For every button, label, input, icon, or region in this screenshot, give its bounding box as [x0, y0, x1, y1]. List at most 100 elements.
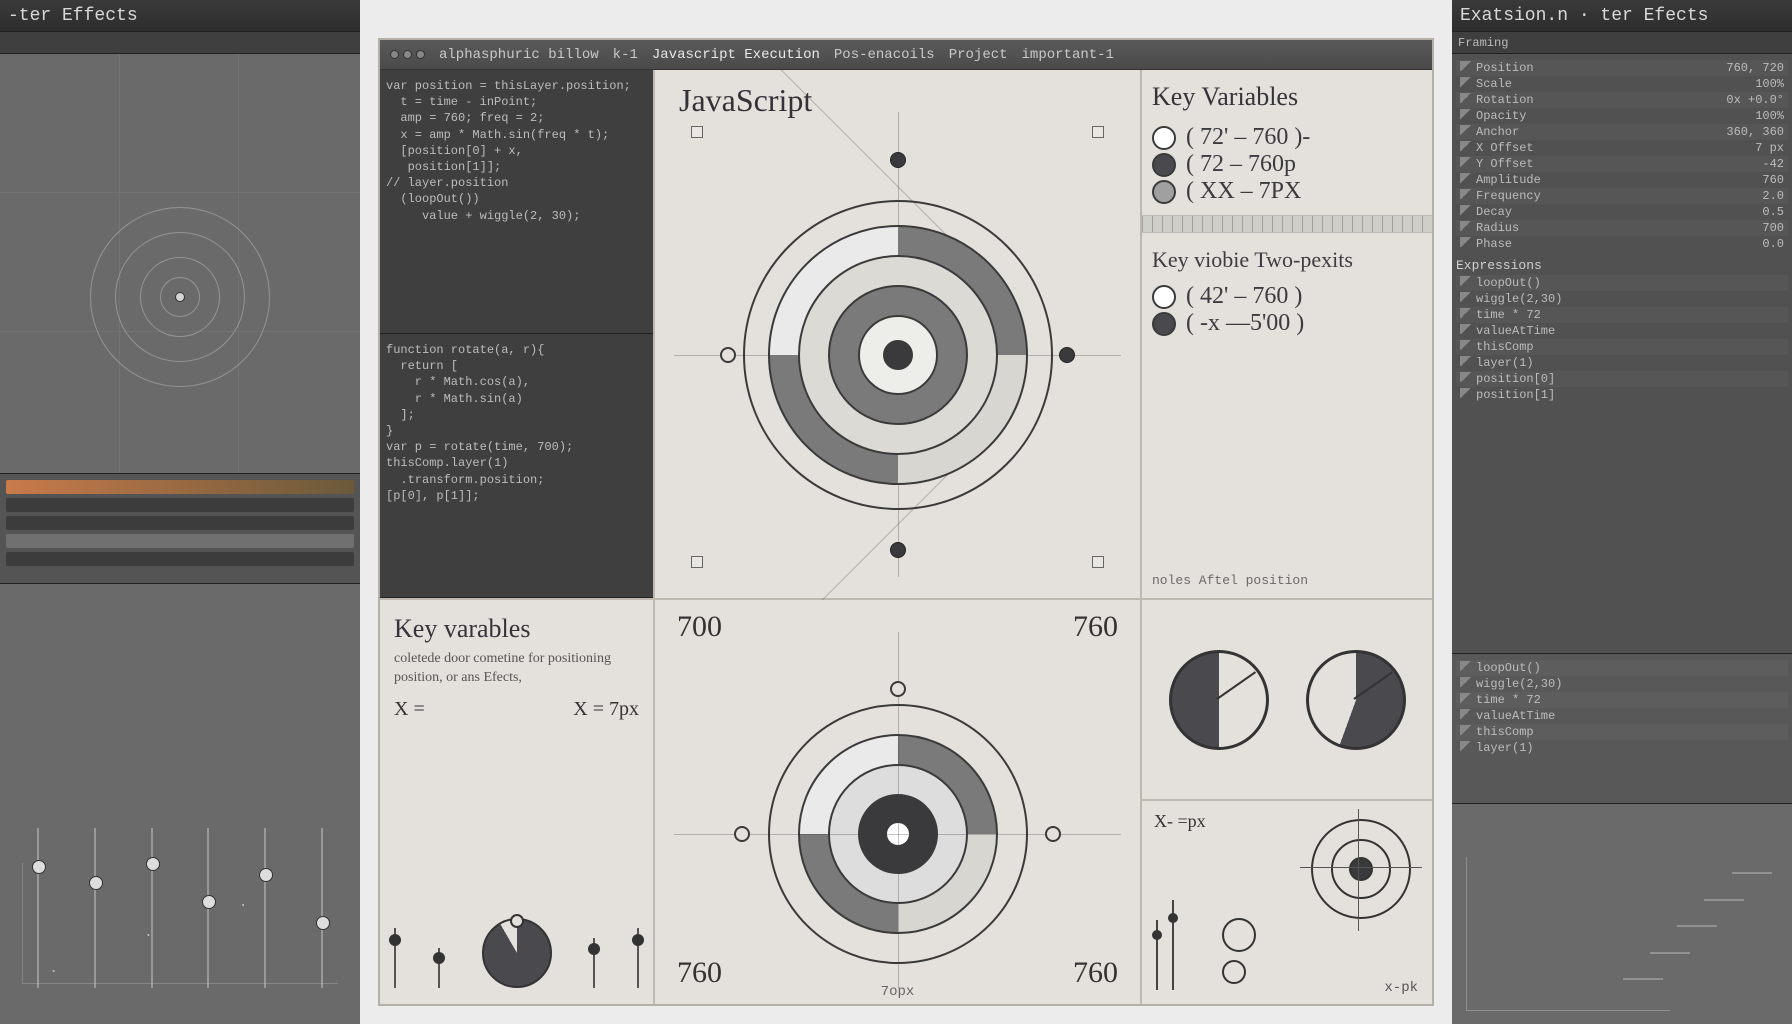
property-row[interactable]: Frequency2.0 [1456, 188, 1788, 204]
property-row[interactable]: position[0] [1456, 371, 1788, 387]
pin-slider[interactable] [1172, 900, 1174, 990]
twirl-icon[interactable] [1460, 292, 1472, 302]
property-row[interactable]: loopOut() [1456, 660, 1788, 676]
property-row[interactable]: thisComp [1456, 724, 1788, 740]
twirl-icon[interactable] [1460, 356, 1472, 366]
twirl-icon[interactable] [1460, 221, 1472, 231]
slider[interactable] [321, 828, 323, 988]
twirl-icon[interactable] [1460, 388, 1472, 398]
property-row[interactable]: time * 72 [1456, 307, 1788, 323]
twirl-icon[interactable] [1460, 205, 1472, 215]
twirl-icon[interactable] [1460, 661, 1472, 671]
variable-row[interactable]: ( XX – 7PX [1152, 178, 1422, 205]
slider[interactable] [94, 828, 96, 988]
property-row[interactable]: Decay0.5 [1456, 204, 1788, 220]
property-row[interactable]: valueAtTime [1456, 708, 1788, 724]
slider[interactable] [151, 828, 153, 988]
twirl-icon[interactable] [1460, 709, 1472, 719]
property-row[interactable]: Radius700 [1456, 220, 1788, 236]
slider[interactable] [37, 828, 39, 988]
property-row[interactable]: thisComp [1456, 339, 1788, 355]
twirl-icon[interactable] [1460, 340, 1472, 350]
timeline-track[interactable] [6, 516, 354, 530]
left-timeline[interactable] [0, 474, 360, 584]
anchor-node[interactable] [1059, 347, 1075, 363]
graph-editor[interactable] [1452, 804, 1792, 1024]
variable-row[interactable]: ( 42' – 760 ) [1152, 283, 1422, 310]
property-row[interactable]: layer(1) [1456, 740, 1788, 756]
twirl-icon[interactable] [1460, 93, 1472, 103]
property-row[interactable]: Amplitude760 [1456, 172, 1788, 188]
rotation-dial[interactable] [1169, 650, 1269, 750]
mini-slider[interactable] [637, 928, 639, 988]
twirl-icon[interactable] [1460, 372, 1472, 382]
property-row[interactable]: time * 72 [1456, 692, 1788, 708]
right-mid-panel[interactable]: loopOut()wiggle(2,30)time * 72valueAtTim… [1452, 654, 1792, 804]
property-row[interactable]: wiggle(2,30) [1456, 291, 1788, 307]
property-row[interactable]: Y Offset-42 [1456, 156, 1788, 172]
slider[interactable] [264, 828, 266, 988]
mini-slider[interactable] [438, 948, 440, 988]
twirl-icon[interactable] [1460, 77, 1472, 87]
property-row[interactable]: position[1] [1456, 387, 1788, 403]
timeline-track[interactable] [6, 534, 354, 548]
twirl-icon[interactable] [1460, 324, 1472, 334]
window-controls[interactable] [390, 50, 425, 59]
left-toolbar[interactable] [0, 32, 360, 54]
property-row[interactable]: layer(1) [1456, 355, 1788, 371]
variable-row[interactable]: ( 72' – 760 )- [1152, 124, 1422, 151]
mini-dial[interactable] [482, 918, 552, 988]
rotation-dial[interactable] [1306, 650, 1406, 750]
anchor-node[interactable] [890, 681, 906, 697]
twirl-icon[interactable] [1460, 276, 1472, 286]
twirl-icon[interactable] [1460, 173, 1472, 183]
slider[interactable] [207, 828, 209, 988]
mini-slider[interactable] [394, 928, 396, 988]
property-row[interactable]: Phase0.0 [1456, 236, 1788, 252]
kv-heading: Key varables [394, 614, 639, 644]
twirl-icon[interactable] [1460, 189, 1472, 199]
variable-row[interactable]: ( 72 – 760p [1152, 151, 1422, 178]
twirl-icon[interactable] [1460, 677, 1472, 687]
mini-slider[interactable] [593, 938, 595, 988]
variable-row[interactable]: ( -x —5'00 ) [1152, 310, 1422, 337]
tab[interactable]: Framing [1458, 36, 1508, 50]
timeline-track[interactable] [6, 498, 354, 512]
twirl-icon[interactable] [1460, 141, 1472, 151]
close-icon[interactable] [390, 50, 399, 59]
property-row[interactable]: Opacity100% [1456, 108, 1788, 124]
twirl-icon[interactable] [1460, 125, 1472, 135]
twirl-icon[interactable] [1460, 308, 1472, 318]
anchor-node[interactable] [720, 347, 736, 363]
twirl-icon[interactable] [1460, 741, 1472, 751]
composition-viewport[interactable]: JavaScript [655, 70, 1142, 598]
property-row[interactable]: wiggle(2,30) [1456, 676, 1788, 692]
code-editor-top[interactable]: var position = thisLayer.position; t = t… [380, 70, 653, 334]
minimize-icon[interactable] [403, 50, 412, 59]
timeline-track[interactable] [6, 552, 354, 566]
property-row[interactable]: Scale100% [1456, 76, 1788, 92]
properties-list[interactable]: Position760, 720Scale100%Rotation0x +0.0… [1452, 54, 1792, 654]
anchor-node[interactable] [734, 826, 750, 842]
twirl-icon[interactable] [1460, 693, 1472, 703]
twirl-icon[interactable] [1460, 237, 1472, 247]
maximize-icon[interactable] [416, 50, 425, 59]
code-editor-bottom[interactable]: function rotate(a, r){ return [ r * Math… [380, 334, 653, 598]
anchor-node[interactable] [890, 542, 906, 558]
property-row[interactable]: valueAtTime [1456, 323, 1788, 339]
twirl-icon[interactable] [1460, 109, 1472, 119]
property-row[interactable]: X Offset7 px [1456, 140, 1788, 156]
property-row[interactable]: Rotation0x +0.0° [1456, 92, 1788, 108]
anchor-node[interactable] [890, 152, 906, 168]
left-preview-viewport[interactable] [0, 54, 360, 474]
twirl-icon[interactable] [1460, 61, 1472, 71]
timeline-track[interactable] [6, 480, 354, 494]
property-row[interactable]: loopOut() [1456, 275, 1788, 291]
pin-slider[interactable] [1156, 920, 1158, 990]
property-row[interactable]: Anchor360, 360 [1456, 124, 1788, 140]
right-tabs[interactable]: Framing [1452, 32, 1792, 54]
anchor-node[interactable] [1045, 826, 1061, 842]
twirl-icon[interactable] [1460, 157, 1472, 167]
twirl-icon[interactable] [1460, 725, 1472, 735]
property-row[interactable]: Position760, 720 [1456, 60, 1788, 76]
